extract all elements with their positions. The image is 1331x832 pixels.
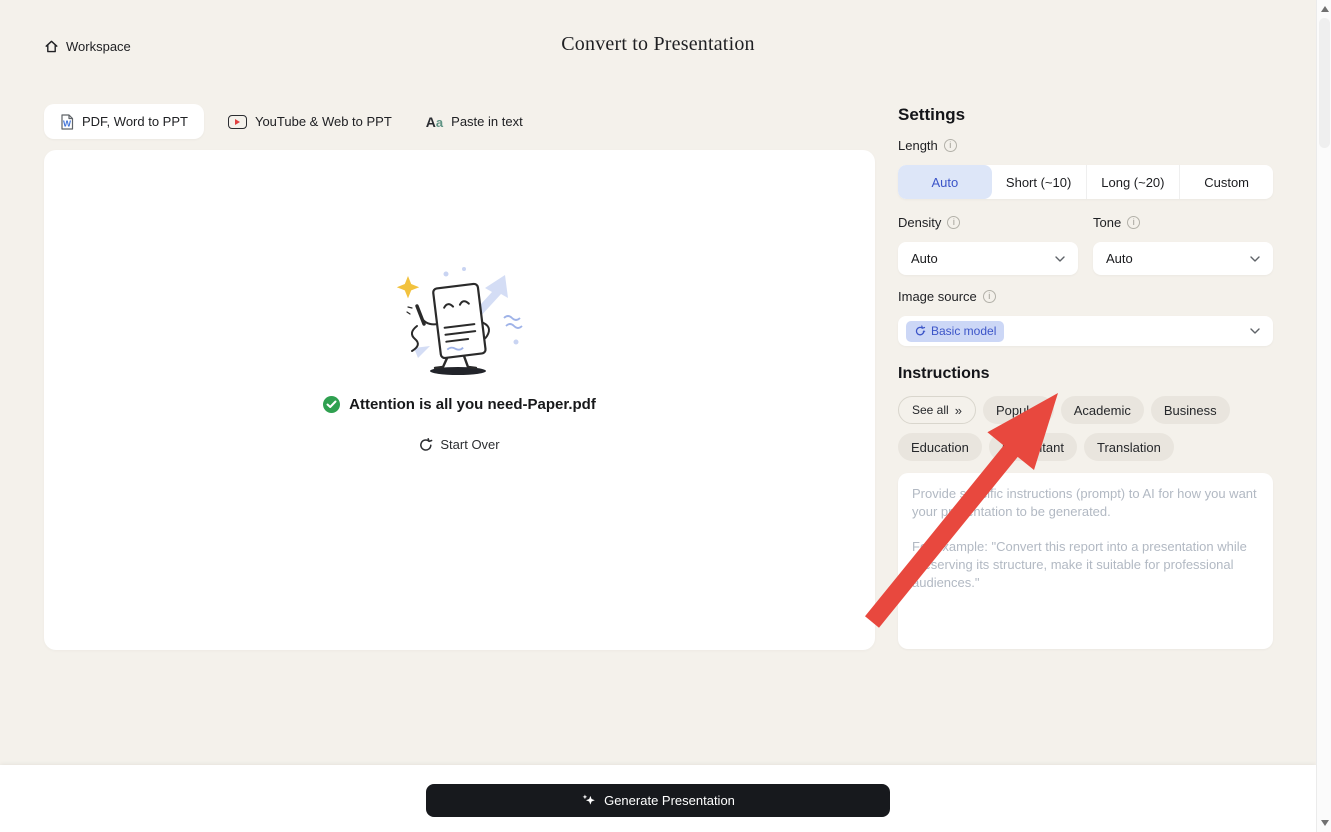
density-info-icon[interactable]: i xyxy=(947,216,960,229)
chevron-down-icon xyxy=(1250,256,1260,262)
chip-education[interactable]: Education xyxy=(898,433,982,461)
text-aa-icon: Aa xyxy=(426,114,443,130)
upload-card: Attention is all you need-Paper.pdf Star… xyxy=(44,150,875,650)
page-title: Convert to Presentation xyxy=(0,33,1316,56)
success-check-icon xyxy=(323,396,340,413)
scrollbar-up-arrow-icon[interactable] xyxy=(1321,6,1329,12)
chip-popular[interactable]: Popular xyxy=(983,396,1054,424)
density-value: Auto xyxy=(911,251,938,266)
length-label-row: Length i xyxy=(898,138,1273,153)
settings-panel: Settings Length i Auto Short (~10) Long … xyxy=(898,105,1273,654)
instruction-chips-row-1: See all » Popular Academic Business xyxy=(898,396,1273,424)
generate-presentation-button[interactable]: Generate Presentation xyxy=(426,784,890,817)
length-option-short[interactable]: Short (~10) xyxy=(992,165,1086,199)
image-source-value: Basic model xyxy=(931,324,996,338)
chip-academic[interactable]: Academic xyxy=(1061,396,1144,424)
length-info-icon[interactable]: i xyxy=(944,139,957,152)
length-option-long[interactable]: Long (~20) xyxy=(1086,165,1180,199)
svg-text:W: W xyxy=(63,118,72,128)
source-tabbar: W PDF, Word to PPT YouTube & Web to PPT … xyxy=(44,104,533,139)
tone-label-row: Tone i xyxy=(1093,215,1273,230)
density-select[interactable]: Auto xyxy=(898,242,1078,275)
regenerate-image-icon xyxy=(914,325,926,337)
settings-heading: Settings xyxy=(898,105,1273,125)
word-doc-icon: W xyxy=(60,114,74,130)
paper-character-illustration xyxy=(384,262,536,376)
footer-bar: Generate Presentation xyxy=(0,765,1316,832)
tab-paste-in-text[interactable]: Aa Paste in text xyxy=(416,104,533,139)
scrollbar-thumb[interactable] xyxy=(1319,18,1330,148)
length-option-custom[interactable]: Custom xyxy=(1179,165,1273,199)
uploaded-file-row: Attention is all you need-Paper.pdf xyxy=(323,396,596,413)
image-source-info-icon[interactable]: i xyxy=(983,290,996,303)
tab-youtube-web-to-ppt[interactable]: YouTube & Web to PPT xyxy=(218,104,402,139)
start-over-label: Start Over xyxy=(440,437,499,452)
tab-label: PDF, Word to PPT xyxy=(82,114,188,129)
youtube-icon xyxy=(228,115,247,129)
chip-business[interactable]: Business xyxy=(1151,396,1230,424)
sparkles-icon xyxy=(581,793,596,808)
tab-pdf-word-to-ppt[interactable]: W PDF, Word to PPT xyxy=(44,104,204,139)
instructions-heading: Instructions xyxy=(898,365,1273,383)
scrollbar-track[interactable] xyxy=(1316,0,1331,832)
tone-value: Auto xyxy=(1106,251,1133,266)
see-all-button[interactable]: See all » xyxy=(898,396,976,424)
tab-label: YouTube & Web to PPT xyxy=(255,114,392,129)
generate-label: Generate Presentation xyxy=(604,793,735,808)
tone-select[interactable]: Auto xyxy=(1093,242,1273,275)
instructions-input[interactable] xyxy=(898,473,1273,649)
basic-model-pill: Basic model xyxy=(906,321,1004,342)
chevron-down-icon xyxy=(1250,328,1260,334)
chevron-down-icon xyxy=(1055,256,1065,262)
uploaded-file-name: Attention is all you need-Paper.pdf xyxy=(349,396,596,413)
tone-info-icon[interactable]: i xyxy=(1127,216,1140,229)
chip-consultant[interactable]: Consultant xyxy=(989,433,1077,461)
scrollbar-down-arrow-icon[interactable] xyxy=(1321,820,1329,826)
restart-icon xyxy=(419,438,433,452)
length-segmented-control: Auto Short (~10) Long (~20) Custom xyxy=(898,165,1273,199)
chip-translation[interactable]: Translation xyxy=(1084,433,1174,461)
tab-label: Paste in text xyxy=(451,114,523,129)
image-source-select[interactable]: Basic model xyxy=(898,316,1273,346)
image-source-label-row: Image source i xyxy=(898,289,1273,304)
start-over-button[interactable]: Start Over xyxy=(419,437,499,452)
instruction-chips-row-2: Education Consultant Translation xyxy=(898,433,1273,461)
double-chevron-right-icon: » xyxy=(955,403,962,418)
length-option-auto[interactable]: Auto xyxy=(898,165,992,199)
density-label-row: Density i xyxy=(898,215,1078,230)
